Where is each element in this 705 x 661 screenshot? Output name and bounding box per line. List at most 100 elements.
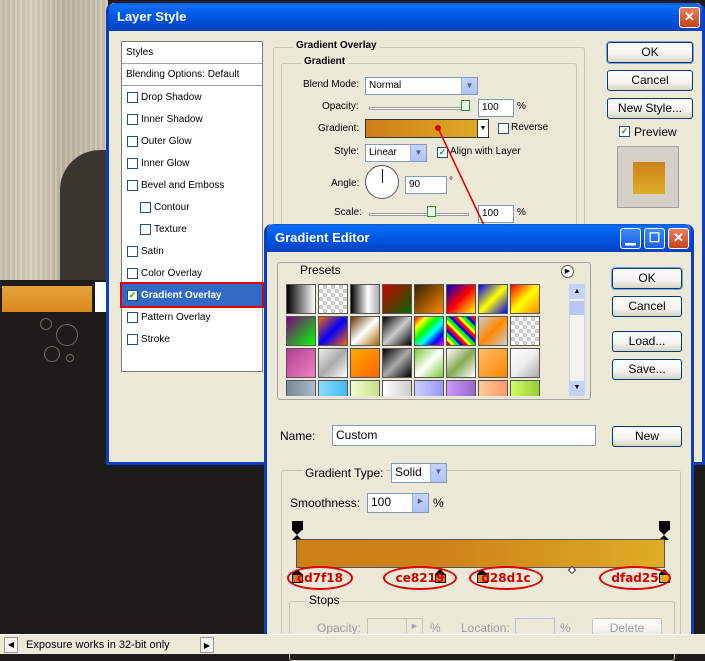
preset-swatch[interactable] bbox=[446, 380, 476, 396]
styles-header[interactable]: Styles bbox=[122, 42, 262, 64]
layer-style-titlebar[interactable]: Layer Style bbox=[109, 3, 702, 31]
angle-dial[interactable] bbox=[365, 165, 399, 199]
close-icon[interactable]: ✕ bbox=[679, 7, 700, 28]
preset-swatch[interactable] bbox=[286, 380, 316, 396]
scroll-up-icon[interactable]: ▲ bbox=[570, 285, 584, 299]
presets-scrollbar[interactable]: ▲ ▼ bbox=[569, 284, 585, 396]
preset-swatch[interactable] bbox=[510, 348, 540, 378]
preset-swatch[interactable] bbox=[510, 380, 540, 396]
preset-swatch[interactable] bbox=[446, 348, 476, 378]
name-label: Name: bbox=[280, 429, 316, 443]
scroll-thumb[interactable] bbox=[570, 301, 584, 315]
smoothness-input[interactable]: 100 ▶ bbox=[367, 493, 429, 513]
preset-swatch[interactable] bbox=[414, 316, 444, 346]
preset-swatch[interactable] bbox=[414, 380, 444, 396]
preset-swatch[interactable] bbox=[382, 348, 412, 378]
checkbox[interactable] bbox=[127, 135, 138, 147]
style-item-stroke[interactable]: Stroke bbox=[122, 328, 262, 350]
cancel-button[interactable]: Cancel bbox=[607, 70, 693, 91]
preset-swatch[interactable] bbox=[318, 316, 348, 346]
preset-swatch[interactable] bbox=[478, 348, 508, 378]
preset-swatch[interactable] bbox=[446, 284, 476, 314]
preset-swatch[interactable] bbox=[286, 348, 316, 378]
stepper-arrow-icon[interactable]: ▶ bbox=[412, 494, 428, 512]
preset-swatch[interactable] bbox=[478, 380, 508, 396]
preset-swatch[interactable] bbox=[414, 284, 444, 314]
checkbox[interactable] bbox=[127, 267, 138, 279]
load-button[interactable]: Load... bbox=[612, 331, 682, 352]
style-item-bevel-emboss[interactable]: Bevel and Emboss bbox=[122, 174, 262, 196]
opacity-input[interactable]: 100 bbox=[478, 99, 514, 117]
style-item-pattern-overlay[interactable]: Pattern Overlay bbox=[122, 306, 262, 328]
save-button[interactable]: Save... bbox=[612, 359, 682, 380]
preset-swatch[interactable] bbox=[350, 316, 380, 346]
close-icon[interactable]: ✕ bbox=[668, 228, 689, 249]
opacity-stop-left[interactable] bbox=[292, 521, 303, 540]
preset-swatch[interactable] bbox=[510, 284, 540, 314]
ok-button[interactable]: OK bbox=[606, 41, 694, 64]
scroll-down-icon[interactable]: ▼ bbox=[570, 381, 584, 395]
name-input[interactable]: Custom bbox=[332, 425, 596, 446]
status-text: Exposure works in 32-bit only bbox=[26, 638, 170, 651]
new-button[interactable]: New bbox=[612, 426, 682, 447]
preset-swatch[interactable] bbox=[478, 284, 508, 314]
opacity-slider-thumb[interactable] bbox=[461, 100, 470, 111]
preview-checkbox-checked[interactable]: ✓ bbox=[619, 126, 630, 137]
minimize-icon[interactable]: ▁ bbox=[620, 228, 641, 249]
style-select[interactable]: Linear ▼ bbox=[365, 144, 427, 162]
preset-swatch[interactable] bbox=[510, 316, 540, 346]
section-title: Gradient Overlay bbox=[293, 40, 380, 51]
chevron-down-icon: ▼ bbox=[461, 78, 477, 94]
blending-options-item[interactable]: Blending Options: Default bbox=[122, 64, 262, 86]
checkbox[interactable] bbox=[127, 245, 138, 257]
stops-label: Stops bbox=[307, 593, 342, 607]
style-item-contour[interactable]: Contour bbox=[122, 196, 262, 218]
style-item-texture[interactable]: Texture bbox=[122, 218, 262, 240]
opacity-slider[interactable] bbox=[369, 107, 469, 110]
preset-swatch[interactable] bbox=[318, 284, 348, 314]
preset-swatch[interactable] bbox=[446, 316, 476, 346]
checkbox[interactable] bbox=[127, 311, 138, 323]
style-item-color-overlay[interactable]: Color Overlay bbox=[122, 262, 262, 284]
preset-swatch[interactable] bbox=[318, 380, 348, 396]
checkbox[interactable] bbox=[127, 179, 138, 191]
editor-cancel-button[interactable]: Cancel bbox=[612, 296, 682, 317]
preset-swatch[interactable] bbox=[350, 380, 380, 396]
preset-swatch[interactable] bbox=[318, 348, 348, 378]
checkbox-checked[interactable]: ✓ bbox=[127, 289, 138, 301]
status-left-arrow-icon[interactable]: ◀ bbox=[4, 636, 18, 653]
checkbox[interactable] bbox=[140, 201, 151, 213]
preset-swatch[interactable] bbox=[286, 284, 316, 314]
preset-swatch[interactable] bbox=[414, 348, 444, 378]
opacity-stop-right[interactable] bbox=[659, 521, 670, 540]
new-style-button[interactable]: New Style... bbox=[607, 98, 693, 119]
style-item-satin[interactable]: Satin bbox=[122, 240, 262, 262]
editor-ok-button[interactable]: OK bbox=[611, 267, 683, 290]
status-right-arrow-icon[interactable]: ▶ bbox=[200, 637, 214, 653]
menu-arrow-icon[interactable]: ▶ bbox=[561, 265, 574, 278]
styles-list: Styles Blending Options: Default Drop Sh… bbox=[120, 41, 264, 372]
gradient-type-select[interactable]: Solid ▼ bbox=[391, 463, 447, 483]
preset-swatch[interactable] bbox=[382, 284, 412, 314]
style-item-drop-shadow[interactable]: Drop Shadow bbox=[122, 86, 262, 108]
preset-swatch[interactable] bbox=[382, 316, 412, 346]
style-item-inner-shadow[interactable]: Inner Shadow bbox=[122, 108, 262, 130]
style-item-outer-glow[interactable]: Outer Glow bbox=[122, 130, 262, 152]
angle-needle bbox=[382, 169, 383, 183]
maximize-icon[interactable]: ☐ bbox=[644, 228, 665, 249]
preset-swatch[interactable] bbox=[382, 380, 412, 396]
blend-mode-select[interactable]: Normal ▼ bbox=[365, 77, 478, 95]
checkbox[interactable] bbox=[127, 157, 138, 169]
preset-swatch[interactable] bbox=[350, 284, 380, 314]
preset-swatch[interactable] bbox=[286, 316, 316, 346]
gradient-bar[interactable] bbox=[296, 539, 665, 568]
style-item-inner-glow[interactable]: Inner Glow bbox=[122, 152, 262, 174]
checkbox[interactable] bbox=[127, 91, 138, 103]
preset-swatch[interactable] bbox=[350, 348, 380, 378]
style-label: Style: bbox=[334, 146, 360, 157]
checkbox[interactable] bbox=[127, 333, 138, 345]
checkbox[interactable] bbox=[140, 223, 151, 235]
style-item-gradient-overlay[interactable]: ✓ Gradient Overlay bbox=[120, 282, 264, 308]
preset-swatch[interactable] bbox=[478, 316, 508, 346]
checkbox[interactable] bbox=[127, 113, 138, 125]
